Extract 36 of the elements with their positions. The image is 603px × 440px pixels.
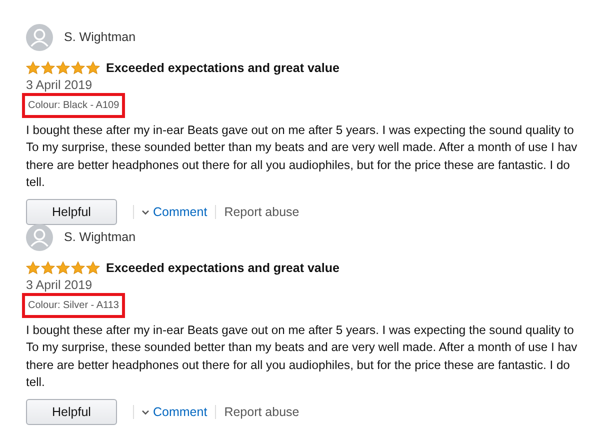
helpful-button[interactable]: Helpful <box>26 399 117 426</box>
review-date: 3 April 2019 <box>26 78 94 92</box>
report-abuse-link[interactable]: Report abuse <box>224 203 300 222</box>
review-text-line: tell. <box>26 174 46 191</box>
review-text-line: To my surprise, these sounded better than my beats and are very well made. After a month of use I hav <box>26 139 578 156</box>
review-text-line: tell. <box>26 374 46 391</box>
star-icon <box>56 261 70 276</box>
comment-link[interactable]: Comment <box>142 403 208 422</box>
review-date: 3 April 2019 <box>26 278 94 292</box>
reviewer-name: S. Wightman <box>64 229 136 246</box>
review-text-line: I bought these after my in-ear Beats gave out on me after 5 years. I was expecting the sound quality to <box>26 322 575 339</box>
reviewer-name: S. Wightman <box>64 29 136 46</box>
review-text-line: I bought these after my in-ear Beats gave out on me after 5 years. I was expecting the sound quality to <box>26 122 575 139</box>
review-title: Exceeded expectations and great value <box>106 260 340 277</box>
star-icon <box>71 61 85 76</box>
highlighted-variant-label: Colour: Black - A109 <box>22 92 126 118</box>
caret-icon <box>142 410 149 415</box>
review-title: Exceeded expectations and great value <box>106 60 340 77</box>
avatar-icon <box>26 224 53 251</box>
review-text-line: there are better headphones out there for all you audiophiles, but for the price these are fantastic. I do <box>26 356 571 374</box>
highlighted-variant-label: Colour: Silver - A113 <box>22 292 125 318</box>
star-icon <box>26 61 40 76</box>
star-icon <box>41 61 55 76</box>
star-icon <box>41 261 55 276</box>
report-abuse-link[interactable]: Report abuse <box>224 403 300 422</box>
avatar-icon <box>26 24 53 51</box>
star-icon <box>86 61 100 76</box>
comment-link[interactable]: Comment <box>142 203 208 222</box>
star-icon <box>26 261 40 276</box>
caret-icon <box>142 210 149 215</box>
star-icon <box>56 61 70 76</box>
star-icon <box>86 261 100 276</box>
review-text-line: there are better headphones out there for all you audiophiles, but for the price these are fantastic. I do <box>26 156 571 174</box>
helpful-button[interactable]: Helpful <box>26 199 117 226</box>
review-text-line: To my surprise, these sounded better than my beats and are very well made. After a month of use I hav <box>26 339 578 356</box>
star-icon <box>71 261 85 276</box>
